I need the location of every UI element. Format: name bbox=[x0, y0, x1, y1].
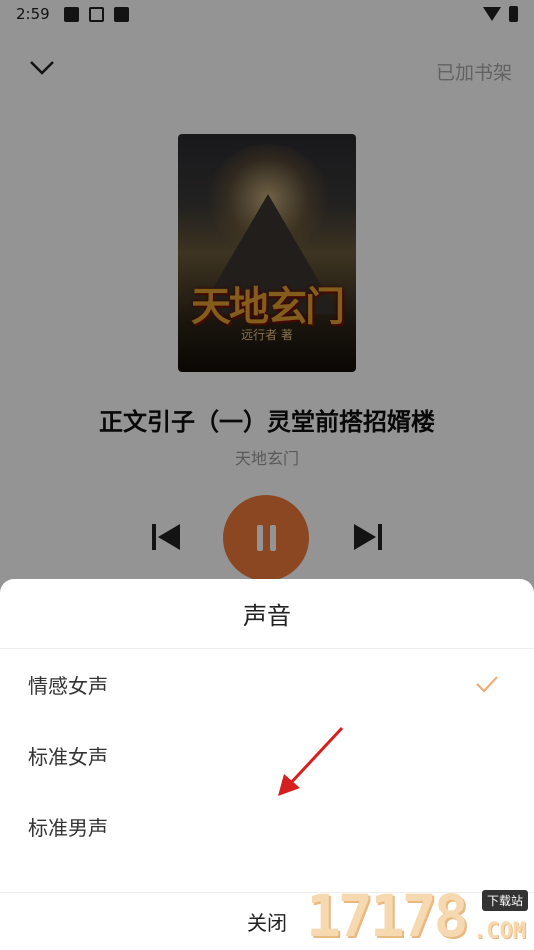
watermark-number: 17178 bbox=[306, 882, 469, 950]
voice-option-standard-female[interactable]: 标准女声 bbox=[0, 720, 534, 791]
voice-option-standard-male[interactable]: 标准男声 bbox=[0, 791, 534, 862]
voice-option-label: 标准男声 bbox=[28, 816, 108, 840]
site-watermark: 17178 下载站 .COM bbox=[306, 882, 532, 950]
voice-option-emotional-female[interactable]: 情感女声 bbox=[0, 649, 534, 720]
voice-option-label: 情感女声 bbox=[28, 674, 108, 698]
voice-option-label: 标准女声 bbox=[28, 745, 108, 769]
voice-options-list: 情感女声 标准女声 标准男声 bbox=[0, 649, 534, 862]
watermark-tag: 下载站 bbox=[481, 890, 528, 911]
annotation-arrow-icon bbox=[278, 726, 344, 796]
checkmark-icon bbox=[476, 676, 498, 693]
watermark-domain: .COM bbox=[473, 919, 526, 944]
sheet-title: 声音 bbox=[0, 579, 534, 649]
